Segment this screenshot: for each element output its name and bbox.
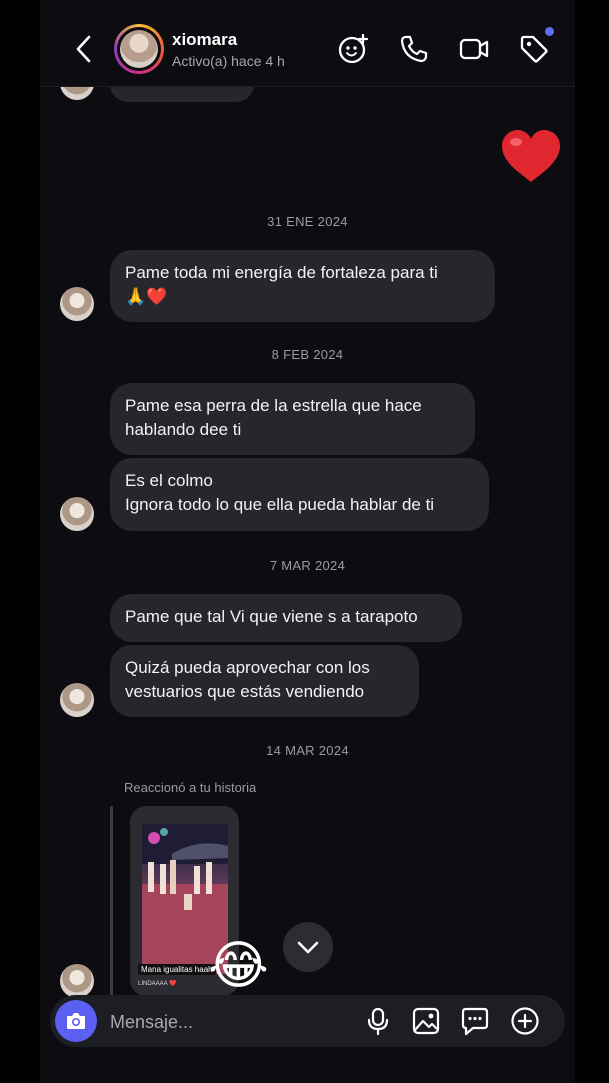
date-separator: 8 FEB 2024 [271,347,344,362]
reply-indicator-bar [110,806,113,996]
phone-icon[interactable] [398,33,430,65]
laughing-reaction-emoji: 😂 [208,937,269,995]
chevron-down-icon [297,941,319,954]
message-bubble[interactable]: Pame esa perra de la estrella que hace h… [110,383,475,455]
date-separator: 7 MAR 2024 [269,558,346,573]
contact-avatar[interactable] [114,24,164,74]
message-avatar[interactable] [60,964,94,998]
microphone-icon[interactable] [363,1006,393,1036]
notification-dot [545,27,554,36]
sticker-icon[interactable] [460,1006,490,1036]
tag-icon[interactable] [518,33,550,65]
message-bubble[interactable]: Pame que tal Vi que viene s a tarapoto [110,594,462,642]
story-subcaption: LINDAAAA ❤️ [138,981,177,987]
message-bubble[interactable]: Pame toda mi energía de fortaleza para t… [110,250,495,322]
message-bubble[interactable]: Quizá pueda aprovechar con los vestuario… [110,645,419,717]
heart-reaction-icon [502,130,560,182]
add-icon[interactable] [510,1006,540,1036]
message-composer [50,995,565,1047]
date-separator: 31 ENE 2024 [267,214,348,229]
message-input[interactable] [108,1005,352,1039]
date-separator: 14 MAR 2024 [266,743,349,758]
chat-header: xiomara Activo(a) hace 4 h [40,0,575,87]
scroll-to-bottom-button[interactable] [283,922,333,972]
gallery-icon[interactable] [411,1006,441,1036]
message-bubble[interactable]: Es el colmo Ignora todo lo que ella pued… [110,458,489,531]
camera-icon [67,1013,85,1029]
message-avatar[interactable] [60,683,94,717]
effects-icon[interactable] [338,33,370,65]
contact-name[interactable]: xiomara [172,30,237,50]
contact-status: Activo(a) hace 4 h [172,53,285,69]
camera-button[interactable] [55,1000,97,1042]
back-arrow-icon[interactable] [73,33,97,65]
story-reaction-label: Reaccionó a tu historia [124,780,257,795]
chat-screen: xiomara Activo(a) hace 4 h 31 ENE 2024 P… [40,0,575,1083]
message-avatar[interactable] [60,287,94,321]
video-camera-icon[interactable] [458,33,490,65]
story-caption: Mana igualitas haah [138,964,216,975]
message-avatar[interactable] [60,497,94,531]
